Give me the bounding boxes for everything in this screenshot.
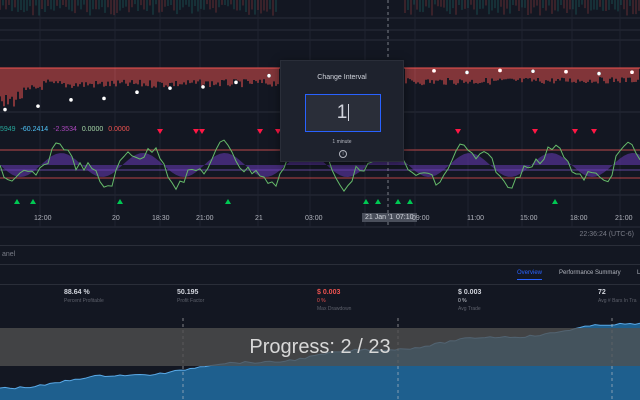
interval-input-value: 1 [336, 102, 348, 123]
histogram-dot [465, 70, 469, 75]
histogram-dot [135, 90, 139, 95]
histogram-dot [201, 85, 205, 89]
time-tick: 21 [255, 215, 263, 222]
buy-signal-marker [552, 199, 558, 204]
indicator-value: 0.0000 [108, 126, 130, 133]
stat-sub: 0 % [317, 298, 326, 304]
strategy-stats: 88.64 % Percent Profitable 50.195 Profit… [0, 285, 640, 318]
panel-tab-label[interactable]: anel [2, 251, 15, 258]
histogram-dot [267, 73, 271, 78]
stat-percent-profitable: 88.64 % Percent Profitable [64, 289, 104, 304]
indicator-value: 5949 [0, 126, 16, 133]
time-tick: 21:00 [615, 215, 633, 222]
dialog-title: Change Interval [317, 74, 367, 81]
tab-performance-summary[interactable]: Performance Summary [559, 270, 621, 276]
stat-label: Avg # Bars In Tra [598, 298, 637, 304]
histogram-dot [597, 71, 601, 76]
buy-signal-marker [363, 199, 369, 204]
buy-signal-marker [375, 199, 381, 204]
buy-signal-marker [225, 199, 231, 204]
stat-value: 72 [598, 289, 606, 296]
indicator-value: 0.0000 [81, 126, 104, 133]
buy-signal-marker [30, 199, 36, 204]
histogram-dot [3, 107, 7, 112]
progress-text: Progress: 2 / 23 [249, 336, 391, 358]
bottom-panel-bar: anel [0, 245, 640, 265]
buy-signal-marker [395, 199, 401, 204]
chart-clock[interactable]: 22:36:24 (UTC-6) [580, 231, 634, 238]
stat-avg-bars-in-trade: 72 Avg # Bars In Tra [598, 289, 637, 304]
time-tick: 18:00 [570, 215, 588, 222]
tradingview-screen: 5949 -60.2414 -2.3534 0.0000 0.0000 12:0… [0, 0, 640, 400]
stat-value: 88.64 % [64, 289, 90, 296]
stat-sub: 0 % [458, 298, 467, 304]
sell-signal-marker [455, 129, 461, 134]
sell-signal-marker [591, 129, 597, 134]
stat-avg-trade: $ 0.003 0 % Avg Trade [458, 289, 481, 312]
histogram-dot [36, 104, 40, 108]
histogram-dot [234, 80, 238, 85]
sell-signal-marker [193, 129, 199, 134]
sell-signal-marker [532, 129, 538, 134]
info-icon[interactable]: i [339, 150, 347, 158]
indicator-value: -2.3534 [53, 126, 77, 133]
histogram-dot [69, 98, 73, 102]
time-tick: 03:00 [305, 215, 323, 222]
time-tick: 15:00 [520, 215, 538, 222]
histogram-dot [531, 69, 535, 74]
progress-overlay: Progress: 2 / 23 [0, 328, 640, 366]
stat-label: Max Drawdown [317, 306, 352, 312]
strategy-tester-tabs: Overview Performance Summary L [0, 265, 640, 285]
time-tick: 20 [112, 215, 120, 222]
histogram-dot [432, 69, 436, 73]
stat-value: $ 0.003 [458, 289, 482, 296]
histogram-dot [630, 70, 634, 75]
time-tick: 18:30 [152, 215, 170, 222]
histogram-dot [168, 86, 172, 90]
stat-max-drawdown: $ 0.003 0 % Max Drawdown [317, 289, 351, 312]
indicator-values: 5949 -60.2414 -2.3534 0.0000 0.0000 [0, 126, 133, 133]
stat-label: Avg Trade [458, 306, 481, 312]
interval-hint: 1 minute [332, 139, 352, 145]
indicator-value: -60.2414 [20, 126, 49, 133]
sell-signal-marker [572, 129, 578, 134]
interval-input[interactable]: 1 [305, 94, 381, 132]
histogram-dot [498, 68, 502, 73]
text-caret [348, 104, 350, 122]
buy-signal-marker [117, 199, 123, 204]
stat-label: Profit Factor [177, 298, 205, 304]
sell-signal-marker [157, 129, 163, 134]
change-interval-dialog[interactable]: Change Interval 1 1 minute i [280, 60, 404, 162]
stat-profit-factor: 50.195 Profit Factor [177, 289, 204, 304]
buy-signal-marker [407, 199, 413, 204]
stat-value: 50.195 [177, 289, 199, 296]
time-tick: 11:00 [467, 215, 484, 222]
price-chart[interactable]: 5949 -60.2414 -2.3534 0.0000 0.0000 12:0… [0, 0, 640, 245]
histogram-dot [564, 69, 568, 74]
tab-overview[interactable]: Overview [517, 270, 543, 280]
stat-value: $ 0.003 [317, 289, 341, 296]
histogram-dot [102, 96, 106, 101]
stat-label: Percent Profitable [64, 298, 104, 304]
time-tick: 12:00 [34, 215, 52, 222]
time-tick: 09:00 [412, 215, 430, 222]
time-axis[interactable]: 12:00 20 18:30 21:00 21 03:00 21 Jan '19… [0, 210, 640, 230]
time-tick: 21:00 [196, 215, 214, 222]
buy-signal-marker [14, 199, 20, 204]
